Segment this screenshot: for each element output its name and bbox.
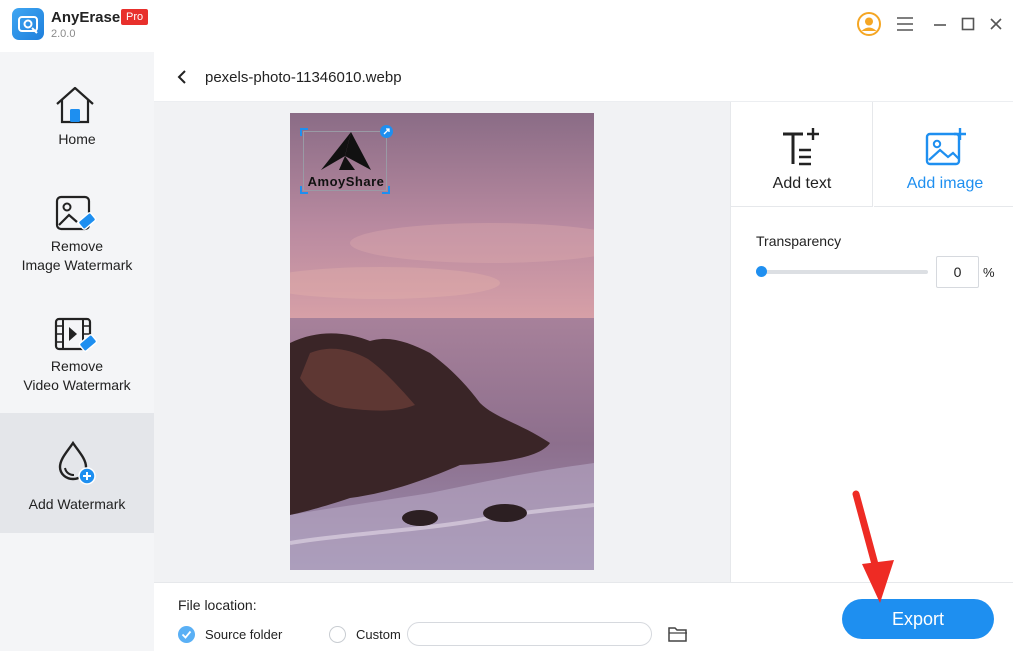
user-avatar-icon[interactable] xyxy=(856,11,882,37)
chevron-left-icon xyxy=(177,70,186,84)
watermark-logo-icon xyxy=(321,132,371,170)
menu-icon[interactable] xyxy=(892,11,918,37)
home-icon xyxy=(56,86,94,124)
pro-badge: Pro xyxy=(121,9,149,25)
sidebar-item-label: Add Watermark xyxy=(28,496,126,512)
app-version: 2.0.0 xyxy=(51,28,76,40)
sidebar-item-label: Home xyxy=(58,131,96,147)
custom-label[interactable]: Custom xyxy=(356,627,401,642)
check-icon xyxy=(181,630,192,639)
video-eraser-icon xyxy=(54,317,98,352)
app-logo-icon xyxy=(12,8,44,40)
title-bar: AnyErase Pro 2.0.0 xyxy=(0,0,1013,52)
file-name: pexels-photo-11346010.webp xyxy=(205,69,402,86)
custom-radio[interactable] xyxy=(329,626,346,643)
sidebar-item-label: Image Watermark xyxy=(21,257,133,273)
text-add-icon xyxy=(783,128,819,166)
file-header: pexels-photo-11346010.webp xyxy=(154,52,1013,102)
source-folder-label[interactable]: Source folder xyxy=(205,627,282,642)
minimize-icon[interactable] xyxy=(927,11,953,37)
drop-add-icon xyxy=(58,440,96,485)
resize-handle[interactable] xyxy=(382,186,390,194)
sidebar-item-add-watermark[interactable]: Add Watermark xyxy=(0,413,154,533)
transparency-slider-thumb[interactable] xyxy=(756,266,767,277)
canvas-area: AmoyShare xyxy=(154,102,730,582)
export-button[interactable]: Export xyxy=(842,599,994,639)
sidebar-item-label: Remove xyxy=(50,238,104,254)
transparency-label: Transparency xyxy=(756,233,842,249)
resize-handle[interactable] xyxy=(300,186,308,194)
source-folder-radio[interactable] xyxy=(178,626,195,643)
file-location-label: File location: xyxy=(178,597,257,613)
close-icon[interactable] xyxy=(983,11,1009,37)
app-name: AnyErase xyxy=(51,9,121,26)
add-image-button[interactable]: Add image xyxy=(874,102,1013,207)
resize-handle[interactable] xyxy=(300,128,308,136)
transparency-input[interactable] xyxy=(936,256,979,288)
add-image-label: Add image xyxy=(906,175,984,192)
percent-unit: % xyxy=(983,265,995,280)
back-button[interactable] xyxy=(172,66,192,88)
sidebar: Home Remove Image Watermark Remove Video… xyxy=(0,52,154,651)
folder-open-icon[interactable] xyxy=(668,625,688,643)
maximize-icon[interactable] xyxy=(955,11,981,37)
sidebar-item-remove-video-watermark[interactable]: Remove Video Watermark xyxy=(0,294,154,414)
custom-path-input[interactable] xyxy=(407,622,652,646)
image-add-icon xyxy=(925,128,966,166)
annotation-arrow-icon xyxy=(852,490,894,603)
transparency-slider[interactable] xyxy=(756,270,928,274)
add-text-label: Add text xyxy=(772,175,832,192)
photo-preview: AmoyShare xyxy=(290,113,594,570)
watermark-text: AmoyShare xyxy=(307,174,385,189)
image-eraser-icon xyxy=(55,195,97,231)
scale-handle-icon[interactable] xyxy=(380,125,393,138)
sidebar-item-remove-image-watermark[interactable]: Remove Image Watermark xyxy=(0,174,154,294)
sidebar-item-home[interactable]: Home xyxy=(0,52,154,172)
watermark-selection[interactable]: AmoyShare xyxy=(300,125,393,194)
sidebar-item-label: Remove xyxy=(50,358,104,374)
add-text-button[interactable]: Add text xyxy=(731,102,873,207)
sidebar-item-label: Video Watermark xyxy=(23,377,131,393)
